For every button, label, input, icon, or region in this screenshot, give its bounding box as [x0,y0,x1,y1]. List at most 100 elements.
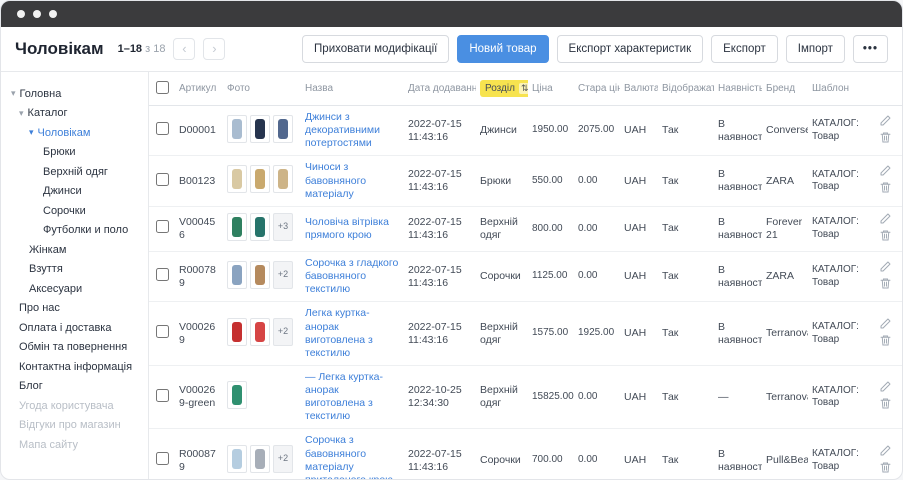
export-button[interactable]: Експорт [711,35,778,63]
sidebar-item[interactable]: Відгуки про магазин [1,416,148,436]
chevron-down-icon[interactable]: ▾ [29,128,34,137]
edit-icon[interactable] [879,317,892,330]
product-photo[interactable] [227,165,247,193]
more-photos-badge[interactable]: +2 [273,445,293,473]
col-header-sku[interactable]: Артикул [175,72,223,106]
delete-icon[interactable] [879,277,892,290]
col-header-category[interactable]: Розділ⇅ [476,72,528,106]
product-name-link[interactable]: Сорочка з гладкого бавовняного текстилю [305,257,398,295]
sidebar-item[interactable]: Про нас [1,299,148,319]
sidebar-item[interactable]: Мапа сайту [1,435,148,455]
sidebar-item[interactable]: Контактна інформація [1,357,148,377]
delete-icon[interactable] [879,131,892,144]
row-checkbox[interactable] [156,325,169,338]
row-checkbox[interactable] [156,122,169,135]
product-name-link[interactable]: Сорочка з бавовняного матеріалу притален… [305,434,393,479]
table-row[interactable]: B00123 Чиноси з бавовняного матеріалу 20… [149,156,902,206]
edit-icon[interactable] [879,380,892,393]
table-row[interactable]: D00001 Джинси з декоративними потертостя… [149,106,902,156]
select-all-checkbox[interactable] [156,81,169,94]
sidebar-item[interactable]: Джинси [1,182,148,202]
sidebar-item[interactable]: Взуття [1,260,148,280]
edit-icon[interactable] [879,260,892,273]
sidebar-item[interactable]: Сорочки [1,201,148,221]
edit-icon[interactable] [879,114,892,127]
more-photos-badge[interactable]: +2 [273,261,293,289]
product-photo[interactable] [250,318,270,346]
product-photo[interactable] [227,381,247,409]
sidebar-item[interactable]: Угода користувача [1,396,148,416]
sidebar-item[interactable]: Блог [1,377,148,397]
row-checkbox[interactable] [156,220,169,233]
col-header-template[interactable]: Шаблон [808,72,862,106]
row-checkbox[interactable] [156,268,169,281]
delete-icon[interactable] [879,229,892,242]
delete-icon[interactable] [879,461,892,474]
import-button[interactable]: Імпорт [786,35,845,63]
next-page-button[interactable]: › [203,38,225,60]
export-characteristics-button[interactable]: Експорт характеристик [557,35,704,63]
row-checkbox[interactable] [156,452,169,465]
sort-icon[interactable]: ⇅ [519,83,528,94]
row-checkbox[interactable] [156,389,169,402]
sidebar-item[interactable]: ▾Каталог [1,104,148,124]
sidebar-item[interactable]: ▾Головна [1,84,148,104]
col-header-old-price[interactable]: Стара ціна [574,72,620,106]
product-photo[interactable] [250,445,270,473]
product-photo[interactable] [227,261,247,289]
table-row[interactable]: V000456 +3 Чоловіча вітрівка прямого кро… [149,206,902,251]
prev-page-button[interactable]: ‹ [173,38,195,60]
sidebar-item[interactable]: ▾Чоловікам [1,123,148,143]
product-photo[interactable] [250,165,270,193]
col-header-name[interactable]: Назва [301,72,404,106]
table-row[interactable]: R000789 +2 Сорочка з гладкого бавовняног… [149,252,902,302]
more-photos-badge[interactable]: +2 [273,318,293,346]
product-photo[interactable] [227,213,247,241]
product-photo[interactable] [273,165,293,193]
window-maximize-button[interactable] [49,10,57,18]
table-row[interactable]: V000269-green — Легка куртка-анорак виго… [149,365,902,429]
row-checkbox[interactable] [156,173,169,186]
delete-icon[interactable] [879,397,892,410]
product-photo[interactable] [227,115,247,143]
product-photo[interactable] [227,318,247,346]
sidebar-item[interactable]: Жінкам [1,240,148,260]
sidebar-item[interactable]: Верхній одяг [1,162,148,182]
col-header-display[interactable]: Відображати [658,72,714,106]
product-photo[interactable] [250,213,270,241]
edit-icon[interactable] [879,444,892,457]
table-row[interactable]: V000269 +2 Легка куртка-анорак виготовле… [149,302,902,366]
chevron-down-icon[interactable]: ▾ [11,89,16,98]
chevron-down-icon[interactable]: ▾ [19,109,24,118]
product-name-link[interactable]: Чоловіча вітрівка прямого крою [305,216,389,241]
product-name-link[interactable]: Джинси з декоративними потертостями [305,111,380,149]
product-name-link[interactable]: Легка куртка-анорак виготовлена з тексти… [305,307,373,358]
hide-modifications-button[interactable]: Приховати модифікації [302,35,449,63]
col-header-photo[interactable]: Фото [223,72,301,106]
sidebar-item[interactable]: Футболки и поло [1,221,148,241]
window-minimize-button[interactable] [33,10,41,18]
col-header-date-added[interactable]: Дата додавання [404,72,476,106]
product-photo[interactable] [227,445,247,473]
sidebar-item[interactable]: Оплата і доставка [1,318,148,338]
more-actions-button[interactable]: ••• [853,35,888,63]
product-photo[interactable] [273,115,293,143]
delete-icon[interactable] [879,181,892,194]
edit-icon[interactable] [879,164,892,177]
product-name-link[interactable]: Чиноси з бавовняного матеріалу [305,161,366,199]
col-header-price[interactable]: Ціна [528,72,574,106]
col-header-currency[interactable]: Валюта [620,72,658,106]
product-photo[interactable] [250,261,270,289]
edit-icon[interactable] [879,212,892,225]
col-header-availability[interactable]: Наявність [714,72,762,106]
product-name-link[interactable]: — Легка куртка-анорак виготовлена з текс… [305,371,383,422]
sidebar-item[interactable]: Брюки [1,143,148,163]
window-close-button[interactable] [17,10,25,18]
col-header-brand[interactable]: Бренд [762,72,808,106]
sidebar-item[interactable]: Обмін та повернення [1,338,148,358]
product-photo[interactable] [250,115,270,143]
delete-icon[interactable] [879,334,892,347]
new-product-button[interactable]: Новий товар [457,35,548,63]
table-row[interactable]: R000879 +2 Сорочка з бавовняного матеріа… [149,429,902,479]
more-photos-badge[interactable]: +3 [273,213,293,241]
